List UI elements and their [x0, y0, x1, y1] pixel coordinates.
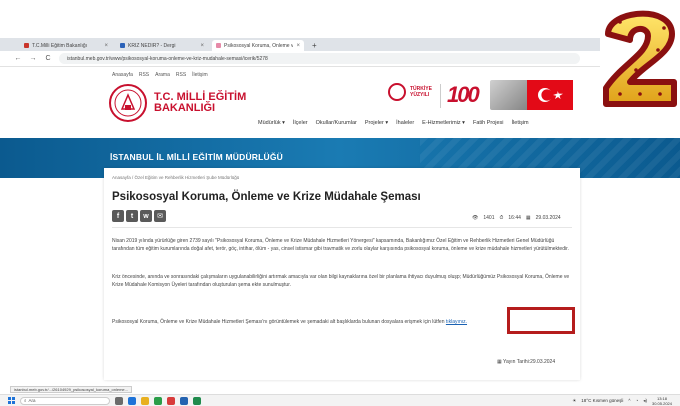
- turkish-flag-icon: [527, 80, 573, 110]
- page-title: Psikososyal Koruma, Önleme ve Krize Müda…: [112, 191, 421, 203]
- breadcrumb[interactable]: Anasayfa / Özel Eğitim ve Rehberlik Hizm…: [112, 175, 239, 180]
- calendar-icon: ▦: [525, 215, 531, 221]
- nav-projeler[interactable]: Projeler ▾: [365, 120, 388, 126]
- publication-date-text: Yayın Tarihi:29.03.2024: [503, 359, 556, 365]
- home-link[interactable]: Anasayfa: [112, 72, 133, 78]
- nav-okullar[interactable]: Okullar/Kurumlar: [316, 120, 357, 126]
- close-icon[interactable]: ×: [296, 43, 300, 49]
- nav-iletisim[interactable]: İletişim: [512, 120, 529, 126]
- chrome-icon[interactable]: [167, 396, 175, 405]
- windows-start-icon[interactable]: [8, 397, 15, 404]
- nav-fatih[interactable]: Fatih Projesi: [473, 120, 504, 126]
- browser-tab-strip: T.C.Milli Eğitim Bakanlığı × KRİZ NEDİR?…: [0, 38, 600, 51]
- tab-label: KRİZ NEDİR? - Dergi: [128, 42, 176, 49]
- meb-favicon-icon: [24, 43, 29, 48]
- reload-button[interactable]: C: [44, 55, 52, 62]
- page-favicon-icon: [216, 43, 221, 48]
- hundred-logo: 100: [447, 82, 480, 107]
- windows-taskbar: ⌕ Ara ☀ 18°C Kısmen güneşli ^ ◔ ◂) 13:18…: [0, 394, 680, 406]
- volume-icon[interactable]: ◂): [643, 398, 647, 404]
- clock-date: 30.05.2024: [651, 400, 672, 406]
- banner-title: İSTANBUL İL MİLLİ EĞİTİM MÜDÜRLÜĞÜ: [110, 152, 284, 162]
- schema-link[interactable]: tıklayınız.: [446, 319, 467, 325]
- turkiye-emblem-icon: [388, 83, 406, 101]
- nav-e-hizmetler[interactable]: E-Hizmetlerimiz ▾: [422, 120, 465, 126]
- view-count: 1401: [483, 215, 495, 221]
- meb-logo[interactable]: T.C. MİLLİ EĞİTİM BAKANLIĞI: [108, 83, 246, 123]
- nav-ilceler[interactable]: İlçeler: [293, 120, 308, 126]
- weather-icon: ☀: [572, 397, 577, 403]
- article-meta: 👁 1401 ⏱ 16:44 ▦ 29.03.2024: [472, 215, 561, 221]
- twitter-icon[interactable]: t: [126, 210, 138, 222]
- eye-icon: 👁: [472, 215, 479, 221]
- close-icon[interactable]: ×: [104, 43, 108, 49]
- rss-link-2[interactable]: RSS: [176, 72, 186, 78]
- rss-link[interactable]: RSS: [139, 72, 149, 78]
- close-icon[interactable]: ×: [200, 43, 204, 49]
- task-view-icon[interactable]: [115, 396, 123, 405]
- facebook-icon[interactable]: f: [112, 210, 124, 222]
- new-tab-button[interactable]: +: [308, 40, 321, 51]
- url-field[interactable]: istanbul.meb.gov.tr/www/psikososyal-koru…: [59, 53, 580, 64]
- forward-button[interactable]: →: [29, 55, 37, 62]
- taskbar-search[interactable]: ⌕ Ara: [20, 396, 110, 405]
- publish-date: 29.03.2024: [535, 215, 561, 221]
- edge-icon[interactable]: [128, 396, 136, 405]
- turkiye-yuzyili-logo: TÜRKİYE YÜZYILI: [388, 83, 432, 101]
- article-paragraph-1: Nisan 2019 yılında yürürlüğe giren 2739 …: [112, 238, 569, 252]
- wifi-icon[interactable]: ◔: [635, 398, 638, 403]
- publication-date: ▦ Yayın Tarihi:29.03.2024: [497, 359, 555, 365]
- main-nav: Müdürlük ▾ İlçeler Okullar/Kurumlar Proj…: [258, 120, 529, 126]
- search-link[interactable]: Arama: [155, 72, 170, 78]
- excel-icon[interactable]: [193, 396, 201, 405]
- tab-label: T.C.Milli Eğitim Bakanlığı: [32, 42, 88, 49]
- contact-link[interactable]: İletişim: [192, 72, 208, 78]
- nav-mudurluk[interactable]: Müdürlük ▾: [258, 120, 285, 126]
- chevron-up-icon[interactable]: ^: [628, 398, 630, 403]
- system-tray: ☀ 18°C Kısmen güneşli ^ ◔ ◂) 13:18 30.05…: [572, 396, 680, 406]
- turkiye-line2: YÜZYILI: [410, 92, 430, 98]
- share-buttons: f t w ✉: [112, 210, 166, 222]
- weather-text[interactable]: 18°C Kısmen güneşli: [581, 398, 623, 403]
- clock-icon: ⏱: [499, 215, 504, 221]
- calendar-icon: ▦: [497, 359, 502, 365]
- whatsapp-icon[interactable]: w: [140, 210, 152, 222]
- search-placeholder: Ara: [28, 398, 36, 403]
- back-button[interactable]: ←: [14, 55, 22, 62]
- file-explorer-icon[interactable]: [141, 396, 149, 405]
- paragraph-3-text: Psikososyal Koruma, Önleme ve Krize Müda…: [112, 319, 446, 325]
- utility-links: Anasayfa RSS Arama RSS İletişim: [112, 72, 208, 78]
- meb-title-line2: BAKANLIĞI: [154, 102, 216, 114]
- dergi-favicon-icon: [120, 43, 125, 48]
- logo-divider: [440, 84, 441, 108]
- highlight-box: [507, 307, 575, 334]
- number-two-logo: [603, 10, 677, 107]
- meb-title: T.C. MİLLİ EĞİTİM BAKANLIĞI: [154, 92, 246, 114]
- tab-dergi[interactable]: KRİZ NEDİR? - Dergi ×: [116, 40, 208, 51]
- publish-time: 16:44: [508, 215, 521, 221]
- address-bar: ← → C istanbul.meb.gov.tr/www/psikososya…: [0, 51, 600, 67]
- tab-psikososyal[interactable]: Psikososyal Koruma, Önleme ve... ×: [212, 40, 304, 51]
- store-icon[interactable]: [154, 396, 162, 405]
- taskbar-clock[interactable]: 13:18 30.05.2024: [652, 396, 672, 406]
- article-paragraph-2: Kriz öncesinde, anında ve sonrasındaki ç…: [112, 274, 570, 288]
- status-bar: istanbul.meb.gov.tr/.../26104929_psikoso…: [10, 386, 132, 393]
- email-icon[interactable]: ✉: [154, 210, 166, 222]
- word-icon[interactable]: [180, 396, 188, 405]
- meb-emblem-icon: [109, 84, 147, 122]
- tab-label: Psikososyal Koruma, Önleme ve...: [224, 42, 294, 49]
- nav-ihaleler[interactable]: İhaleler: [396, 120, 414, 126]
- search-icon: ⌕: [24, 398, 27, 403]
- title-divider: [112, 227, 572, 228]
- tab-meb[interactable]: T.C.Milli Eğitim Bakanlığı ×: [20, 40, 112, 51]
